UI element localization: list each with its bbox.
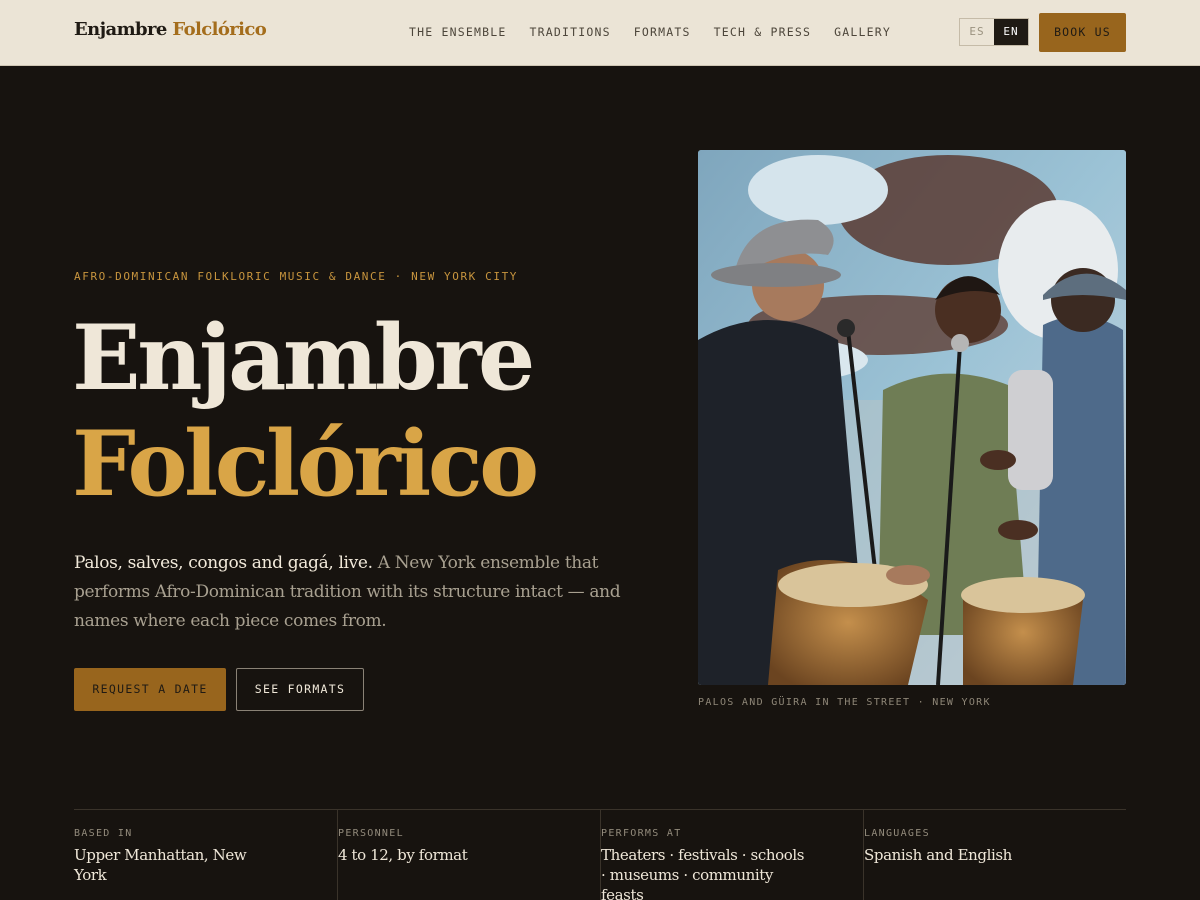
- top-nav: Enjambre Folclórico THE ENSEMBLE TRADITI…: [0, 0, 1200, 66]
- fact-languages: LANGUAGES Spanish and English: [863, 810, 1126, 900]
- see-formats-button[interactable]: SEE FORMATS: [236, 668, 364, 711]
- lang-option-en[interactable]: EN: [994, 19, 1028, 45]
- fact-performs-at: PERFORMS AT Theaters · festivals · schoo…: [600, 810, 863, 900]
- book-us-button[interactable]: BOOK US: [1039, 13, 1126, 52]
- hero-title-line2: Folclórico: [72, 411, 539, 517]
- fact-personnel: PERSONNEL 4 to 12, by format: [337, 810, 600, 900]
- fact-value: Spanish and English: [864, 846, 1012, 864]
- hero-eyebrow: AFRO-DOMINICAN FOLKLORIC MUSIC & DANCE ·…: [74, 270, 519, 283]
- request-date-button[interactable]: REQUEST A DATE: [74, 668, 226, 711]
- brand-name-part2: Folclórico: [172, 19, 267, 40]
- fact-label: PERFORMS AT: [601, 828, 682, 839]
- fact-value: Theaters · festivals · schools · museums…: [601, 846, 805, 900]
- hero-title-line1: Enjambre: [72, 305, 535, 411]
- nav-item-formats[interactable]: FORMATS: [634, 25, 691, 39]
- fact-value: Upper Manhattan, New York: [74, 846, 247, 884]
- nav-item-gallery[interactable]: GALLERY: [834, 25, 891, 39]
- main-menu: THE ENSEMBLE TRADITIONS FORMATS TECH & P…: [409, 25, 914, 39]
- nav-item-the-ensemble[interactable]: THE ENSEMBLE: [409, 25, 506, 39]
- fact-value: 4 to 12, by format: [338, 846, 468, 864]
- brand-logo[interactable]: Enjambre Folclórico: [74, 19, 267, 40]
- language-switcher: ES EN: [959, 18, 1029, 46]
- facts-strip: BASED IN Upper Manhattan, New York PERSO…: [74, 809, 1126, 900]
- nav-item-tech-press[interactable]: TECH & PRESS: [714, 25, 811, 39]
- fact-label: BASED IN: [74, 828, 133, 839]
- fact-label: LANGUAGES: [864, 828, 930, 839]
- hero-title: Enjambre Folclórico: [72, 305, 539, 517]
- fact-based-in: BASED IN Upper Manhattan, New York: [74, 810, 337, 900]
- fact-label: PERSONNEL: [338, 828, 404, 839]
- nav-item-traditions[interactable]: TRADITIONS: [529, 25, 610, 39]
- hero-lede-strong: Palos, salves, congos and gagá, live.: [74, 553, 373, 573]
- hero-photo: [698, 150, 1126, 685]
- lang-option-es[interactable]: ES: [960, 19, 994, 45]
- hero-lede: Palos, salves, congos and gagá, live. A …: [74, 549, 654, 636]
- photo-caption: PALOS AND GÜIRA IN THE STREET · NEW YORK: [698, 697, 991, 708]
- brand-name-part1: Enjambre: [74, 19, 167, 40]
